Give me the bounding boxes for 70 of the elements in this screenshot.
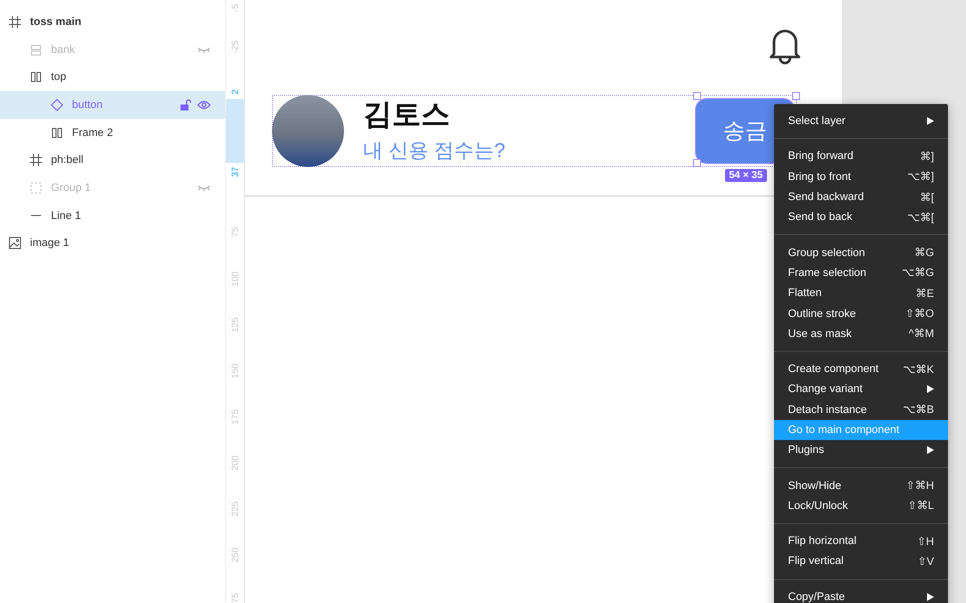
resize-handle[interactable] — [792, 92, 800, 100]
shortcut: ⇧⌘H — [906, 479, 934, 492]
layer-row[interactable]: Line 1 — [0, 202, 225, 230]
menu-item[interactable]: Send to back ⌥⌘[ — [774, 207, 948, 228]
menu-item[interactable]: Bring to front ⌥⌘] — [774, 166, 948, 187]
shortcut: ⌘E — [916, 286, 934, 300]
menu-item[interactable]: Plugins — [774, 440, 948, 460]
shortcut: ⇧⌘L — [908, 499, 934, 512]
layer-row[interactable]: top — [0, 63, 225, 92]
shortcut: ⌘[ — [920, 190, 934, 204]
shortcut: ⌥⌘[ — [907, 210, 934, 224]
shortcut: ⌘] — [920, 150, 934, 163]
menu-item[interactable]: Outline stroke ⇧⌘O — [774, 303, 948, 324]
horizontal-stack-icon — [50, 126, 64, 140]
vertical-stack-icon — [29, 42, 43, 57]
layer-row[interactable]: image 1 — [0, 230, 225, 258]
eye-icon[interactable] — [197, 100, 211, 110]
size-badge: 54 × 35 — [725, 169, 767, 182]
shortcut: ⌥⌘K — [902, 362, 934, 376]
menu-item[interactable]: Show/Hide ⇧⌘H — [774, 475, 948, 496]
shortcut: ⌘G — [914, 246, 934, 260]
ruler-label: 2 — [230, 90, 240, 94]
menu-item[interactable]: Frame selection ⌥⌘G — [774, 262, 948, 284]
menu-item[interactable]: Group selection ⌘G — [774, 242, 948, 263]
menu-item[interactable]: Flip vertical ⇧V — [774, 551, 948, 572]
layer-row[interactable]: ph:bell — [0, 146, 225, 174]
layer-name: top — [51, 71, 68, 84]
menu-item[interactable]: Copy/Paste — [774, 586, 948, 603]
photo-placeholder — [272, 95, 344, 167]
frame-icon — [8, 14, 22, 29]
shortcut: ⇧V — [917, 554, 934, 568]
menu-item[interactable]: Lock/Unlock ⇧⌘L — [774, 496, 948, 516]
unlock-icon[interactable] — [180, 98, 191, 111]
layer-name: image 1 — [30, 237, 70, 250]
shortcut: ⌥⌘G — [902, 266, 934, 280]
layer-name: Frame 2 — [72, 126, 114, 139]
menu-item[interactable]: Flatten ⌘E — [774, 283, 948, 304]
menu-item[interactable]: Use as mask ^⌘M — [774, 324, 948, 344]
menu-item[interactable]: Detach instance ⌥⌘B — [774, 400, 948, 420]
image-icon — [8, 236, 22, 250]
layer-name: Group 1 — [51, 182, 92, 194]
layer-row[interactable]: toss main — [0, 8, 225, 36]
menu-item[interactable]: Flip horizontal ⇧H — [774, 531, 948, 552]
shortcut: ⇧⌘O — [905, 307, 934, 320]
shortcut: ⌥⌘] — [907, 170, 934, 184]
layer-name: Line 1 — [51, 210, 82, 222]
layer-name: ph:bell — [51, 154, 84, 166]
diamond-icon — [50, 98, 64, 112]
shortcut: ⇧H — [916, 534, 934, 548]
layer-name: button — [72, 98, 104, 111]
hidden-eye-icon[interactable] — [197, 184, 211, 192]
shortcut: ^⌘M — [908, 327, 934, 340]
dashed-square-icon — [29, 180, 43, 195]
menu-item[interactable]: Change variant — [774, 379, 948, 400]
menu-item[interactable]: Create component ⌥⌘K — [774, 358, 948, 380]
hidden-eye-icon[interactable] — [197, 46, 211, 54]
shortcut: ⌥⌘B — [902, 403, 934, 416]
resize-handle[interactable] — [693, 159, 701, 167]
frame-icon — [29, 153, 43, 168]
horizontal-stack-icon — [29, 70, 43, 84]
ruler-label: 37 — [230, 167, 240, 177]
layer-row[interactable]: Frame 2 — [0, 118, 225, 146]
line-icon — [31, 215, 41, 216]
menu-item[interactable]: Send backward ⌘[ — [774, 186, 948, 208]
resize-handle[interactable] — [693, 92, 701, 100]
layer-name: toss main — [30, 16, 82, 28]
ruler-highlight — [226, 99, 244, 163]
profile-name: 김토스 — [363, 99, 451, 131]
bell-icon — [768, 27, 802, 65]
layer-name: bank — [51, 44, 76, 56]
